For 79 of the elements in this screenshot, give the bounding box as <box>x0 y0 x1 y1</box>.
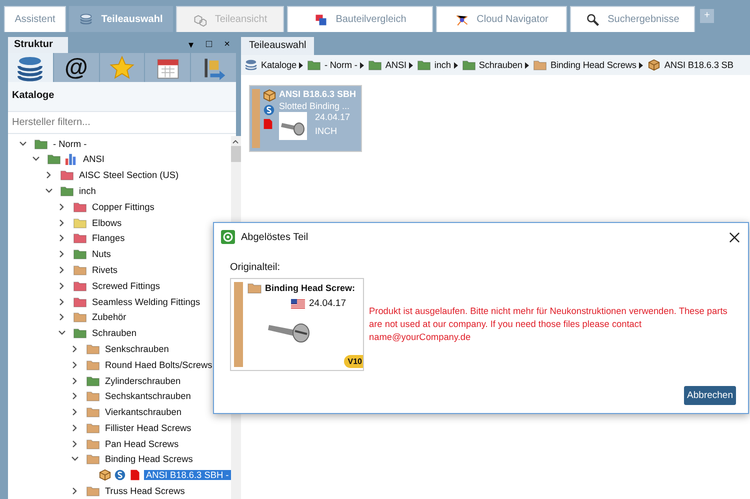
scrollbar-thumb[interactable] <box>230 146 241 162</box>
part-title: Binding Head Screw: <box>265 283 356 293</box>
tree-item[interactable]: - Norm - <box>51 138 89 149</box>
tool-tab[interactable] <box>8 52 53 82</box>
breadcrumb-link[interactable]: - Norm - <box>324 60 358 70</box>
tree-item[interactable]: Truss Head Screws <box>103 486 187 496</box>
breadcrumb-link[interactable]: ANSI <box>385 60 406 70</box>
breadcrumb-link[interactable]: Binding Head Screws <box>550 60 636 70</box>
separator-arrow-icon <box>454 62 458 68</box>
breadcrumb-link[interactable]: Schrauben <box>478 60 522 70</box>
tool-tab[interactable] <box>145 52 190 82</box>
view-tab[interactable]: Teileauswahl <box>241 37 314 55</box>
close-button[interactable] <box>727 230 742 244</box>
screw-thumbnail <box>279 112 307 140</box>
tree-item[interactable]: Seamless Welding Fittings <box>90 296 202 307</box>
separator-arrow-icon <box>525 62 530 68</box>
cubes-icon <box>192 12 207 26</box>
tree-item[interactable]: ANSI <box>81 154 106 164</box>
tree-item[interactable]: Fillister Head Screws <box>103 422 194 433</box>
dialog-title: Abgelöstes Teil <box>241 232 308 242</box>
app-logo-icon <box>221 230 235 244</box>
tree-item[interactable]: Flanges <box>90 233 127 244</box>
document-icon <box>263 118 273 130</box>
s-badge-icon <box>263 104 275 116</box>
part-tree-item[interactable]: ANSI B18.6.3 SBH - <box>144 470 231 480</box>
part-date: 24.04.17 <box>315 112 350 122</box>
s-badge-icon <box>114 469 126 482</box>
tree-item[interactable]: Senkschrauben <box>103 344 171 354</box>
catalog-heading: Kataloge <box>11 89 56 104</box>
tree-item[interactable]: inch <box>77 186 98 196</box>
bar-chart-icon <box>64 153 78 166</box>
cube-icon <box>99 469 111 482</box>
color-strip <box>252 89 260 148</box>
tree-item[interactable]: Zylinderschrauben <box>103 376 183 386</box>
part-date: 24.04.17 <box>309 298 346 309</box>
part-description: Slotted Binding ... <box>279 101 351 111</box>
separator-arrow-icon <box>409 62 414 68</box>
compare-icon <box>314 12 328 26</box>
panel-control-button[interactable]: □ <box>200 37 218 53</box>
tree-item[interactable]: Sechskantschrauben <box>103 391 193 402</box>
tree-item[interactable]: Round Haed Bolts/Screws <box>103 360 214 370</box>
search-icon <box>586 12 600 26</box>
tree-item[interactable]: Vierkantschrauben <box>103 407 184 418</box>
tree-item[interactable]: Copper Fittings <box>90 202 156 212</box>
panel-control-button[interactable]: ▾ <box>182 37 200 53</box>
tree-item[interactable]: Pan Head Screws <box>103 438 181 449</box>
stack-icon <box>79 12 94 26</box>
breadcrumb-link[interactable]: inch <box>434 60 451 70</box>
star-icon <box>108 54 135 81</box>
flag-icon <box>291 298 305 308</box>
part-title: ANSI B18.6.3 SBH <box>279 89 356 99</box>
version-badge: V10 <box>344 355 363 368</box>
tree-item[interactable]: Rivets <box>90 264 120 275</box>
network-icon <box>454 12 469 26</box>
breadcrumb-link[interactable]: ANSI B18.6.3 SB <box>664 60 734 70</box>
tree-item[interactable]: Nuts <box>90 249 113 260</box>
cancel-button[interactable]: Abbrechen <box>684 386 736 405</box>
tree-item[interactable]: Zubehör <box>90 312 128 322</box>
separator-arrow-icon <box>639 62 644 68</box>
tree-item[interactable]: AISC Steel Section (US) <box>77 170 181 180</box>
tree-item[interactable]: Elbows <box>90 218 124 228</box>
separator-arrow-icon <box>299 62 304 68</box>
document-icon <box>129 469 141 482</box>
folder-icon <box>247 282 262 294</box>
warning-message: Produkt ist ausgelaufen. Bitte nicht mehr für Neukonstruktionen verwenden. These parts are not used at our company. If you need those files please contact name@yourCompany.de <box>369 305 728 344</box>
breadcrumb-link[interactable]: Kataloge <box>261 60 296 70</box>
original-part-label: Originalteil: <box>230 262 282 273</box>
original-part-card[interactable]: Binding Head Screw: 24.04.17 V10 <box>230 278 364 371</box>
separator-arrow-icon <box>360 62 364 68</box>
tool-tab[interactable] <box>191 52 236 82</box>
tool-tab[interactable]: @ <box>54 52 99 82</box>
tree-item[interactable]: Binding Head Screws <box>103 454 195 464</box>
tree-item[interactable]: Schrauben <box>90 328 138 338</box>
panel-control-button[interactable]: × <box>218 37 236 53</box>
cube-icon <box>263 89 276 102</box>
panel-tab[interactable]: Struktur <box>8 37 68 53</box>
part-unit: INCH <box>315 126 338 136</box>
filter-field[interactable]: Hersteller filtern... <box>8 111 236 134</box>
tree-item[interactable]: Screwed Fittings <box>90 280 162 291</box>
